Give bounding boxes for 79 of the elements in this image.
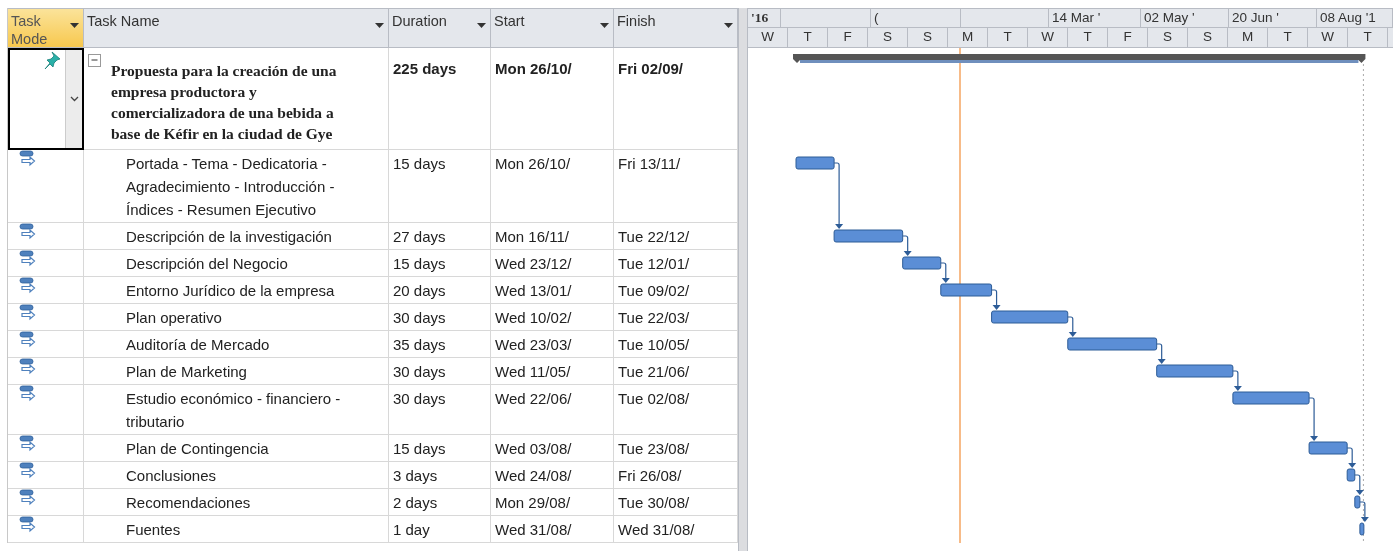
column-header[interactable]: Task Mode <box>8 8 84 48</box>
task-start: Wed 11/05/ <box>495 363 571 380</box>
task-duration: 15 days <box>393 155 446 172</box>
timescale-label: '16 <box>748 9 781 27</box>
task-start: Mon 29/08/ <box>495 494 571 511</box>
task-finish: Tue 23/08/ <box>618 440 690 457</box>
day-label: F <box>1108 28 1148 47</box>
task-finish: Tue 22/03/ <box>618 309 690 326</box>
task-finish: Tue 09/02/ <box>618 282 690 299</box>
day-label: S <box>1188 28 1228 47</box>
day-label: T <box>1348 28 1388 47</box>
task-start: Wed 24/08/ <box>495 467 572 484</box>
task-name: Descripción de la investigación <box>125 227 333 247</box>
day-label: M <box>948 28 988 47</box>
day-label: S <box>1148 28 1188 47</box>
task-name: Plan de Contingencia <box>125 439 270 459</box>
day-label: W <box>748 28 788 47</box>
day-label: S <box>908 28 948 47</box>
task-finish: Tue 22/12/ <box>618 228 690 245</box>
task-duration: 30 days <box>393 363 446 380</box>
task-name: Plan de Marketing <box>125 362 248 382</box>
day-label: T <box>1268 28 1308 47</box>
task-start: Wed 31/08/ <box>495 521 572 538</box>
task-start: Mon 26/10/ <box>495 155 571 172</box>
task-duration: 30 days <box>393 390 446 407</box>
timescale-label: 14 Mar ' <box>1049 9 1141 27</box>
task-duration: 30 days <box>393 309 446 326</box>
day-label: T <box>1068 28 1108 47</box>
task-start: Wed 22/06/ <box>495 390 572 407</box>
task-start: Wed 03/08/ <box>495 440 572 457</box>
task-finish: Wed 31/08/ <box>618 521 695 538</box>
task-start: Mon 16/11/ <box>495 228 569 245</box>
task-duration: 2 days <box>393 494 438 511</box>
task-name: Plan operativo <box>125 308 223 328</box>
task-finish: Fri 13/11/ <box>618 155 681 172</box>
column-header[interactable]: Finish <box>614 8 738 48</box>
task-start: Wed 13/01/ <box>495 282 572 299</box>
task-finish: Tue 12/01/ <box>618 255 690 272</box>
task-duration: 20 days <box>393 282 446 299</box>
task-start: Wed 23/03/ <box>495 336 572 353</box>
task-finish: Tue 21/06/ <box>618 363 690 380</box>
day-label: W <box>1308 28 1348 47</box>
task-finish: Tue 30/08/ <box>618 494 690 511</box>
day-label: W <box>1028 28 1068 47</box>
day-label: T <box>788 28 828 47</box>
task-name: Fuentes <box>125 520 182 540</box>
task-finish: Tue 02/08/ <box>618 390 690 407</box>
timescale-label: 02 May ' <box>1141 9 1229 27</box>
task-name: Propuesta para la creación de una empresa productora y comercializadora de una bebida a base de Kéfir en la ciudad de Gye <box>110 61 338 144</box>
task-finish: Fri 02/09/ <box>618 60 684 77</box>
day-label: M <box>1228 28 1268 47</box>
task-name: Conclusiones <box>125 466 218 486</box>
task-finish: Tue 10/05/ <box>618 336 690 353</box>
task-duration: 27 days <box>393 228 446 245</box>
task-duration: 1 day <box>393 521 430 538</box>
task-duration: 3 days <box>393 467 438 484</box>
task-finish: Fri 26/08/ <box>618 467 682 484</box>
column-header[interactable]: Start <box>491 8 614 48</box>
task-name: Recomendaciones <box>125 493 252 513</box>
timescale-label: 08 Aug '1 <box>1317 9 1393 27</box>
task-duration: 15 days <box>393 440 446 457</box>
task-name: Estudio económico - financiero - tributario <box>125 389 342 432</box>
task-duration: 15 days <box>393 255 446 272</box>
column-header[interactable]: Task Name <box>84 8 389 48</box>
task-start: Wed 23/12/ <box>495 255 572 272</box>
task-name: Auditoría de Mercado <box>125 335 271 355</box>
task-duration: 225 days <box>393 60 457 77</box>
task-name: Descripción del Negocio <box>125 254 289 274</box>
timescale-label: ( <box>871 9 961 27</box>
task-start: Mon 26/10/ <box>495 60 572 77</box>
task-name: Entorno Jurídico de la empresa <box>125 281 336 301</box>
day-label: F <box>828 28 868 47</box>
day-label: T <box>988 28 1028 47</box>
column-header[interactable]: Duration <box>389 8 491 48</box>
day-label: S <box>868 28 908 47</box>
timescale-label: 20 Jun ' <box>1229 9 1317 27</box>
task-start: Wed 10/02/ <box>495 309 572 326</box>
task-name: Portada - Tema - Dedicatoria - Agradecimiento - Introducción - Índices - Resumen Ejecutivo <box>125 154 336 220</box>
task-duration: 35 days <box>393 336 446 353</box>
